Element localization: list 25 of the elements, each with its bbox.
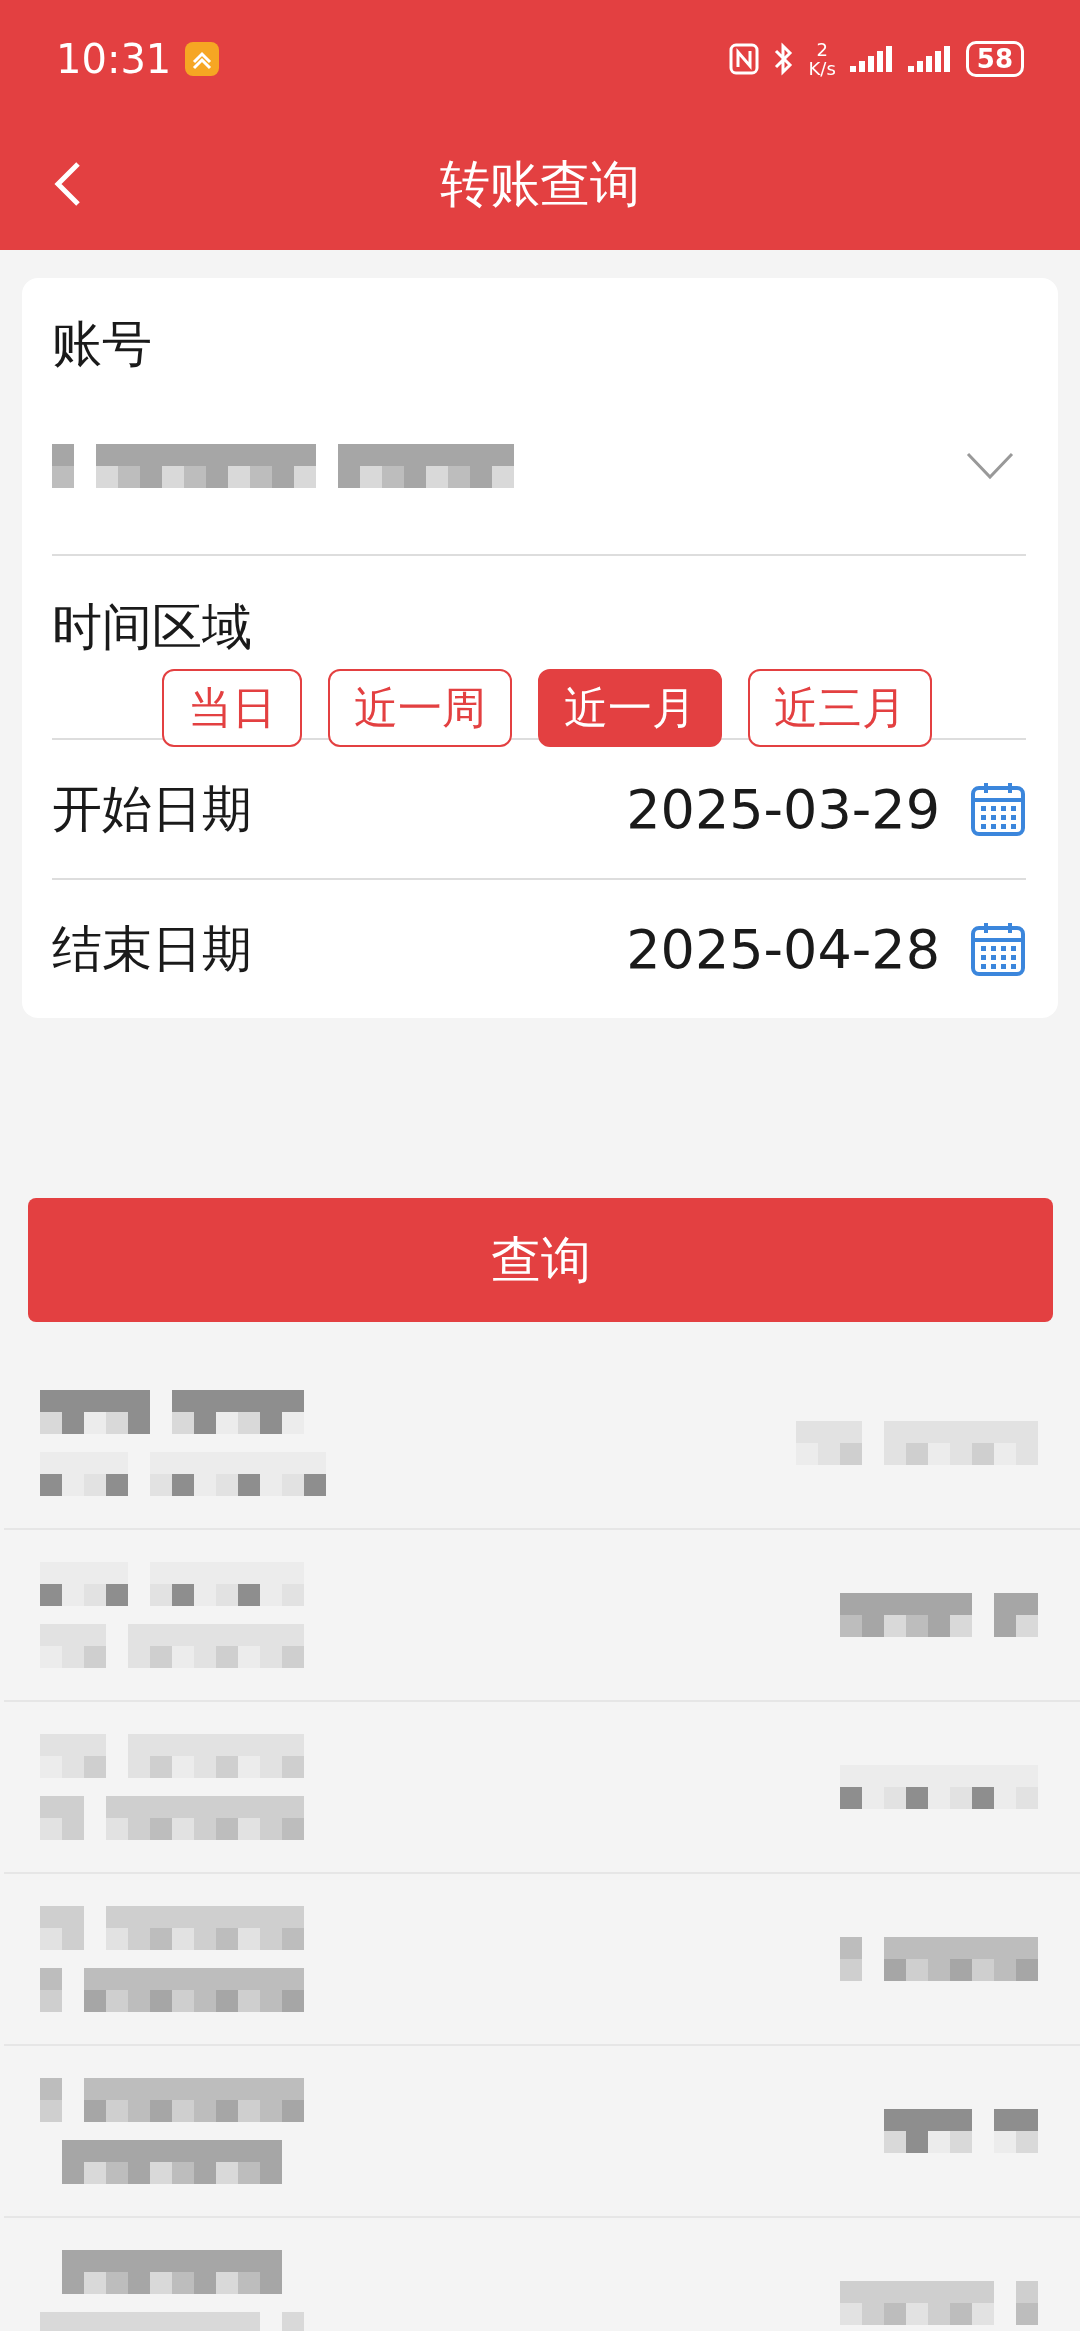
start-date-label: 开始日期 [52, 778, 252, 840]
page-title: 转账查询 [440, 153, 640, 215]
account-label: 账号 [52, 314, 152, 375]
end-date-label: 结束日期 [52, 918, 252, 980]
period-chip[interactable]: 近一月 [538, 669, 722, 747]
date-value[interactable]: 2025-04-28 [626, 917, 940, 981]
back-icon[interactable] [52, 160, 82, 208]
bluetooth-icon [772, 42, 795, 76]
app-icon [185, 42, 220, 76]
network-speed: 2 [816, 40, 828, 59]
chevron-down-icon [966, 452, 1014, 480]
signal-icon [849, 46, 894, 72]
period-chip[interactable]: 当日 [162, 669, 302, 747]
status-time: 10:31 [56, 36, 172, 82]
date-value[interactable]: 2025-03-29 [626, 777, 940, 841]
signal-icon [907, 46, 952, 72]
calendar-icon[interactable] [970, 781, 1026, 837]
speed-unit: K/s [808, 59, 836, 78]
calendar-icon[interactable] [970, 921, 1026, 977]
period-label: 时间区域 [52, 597, 253, 658]
period-chip[interactable]: 近三月 [748, 669, 932, 747]
period-chip[interactable]: 近一周 [328, 669, 512, 747]
query-button[interactable]: 查询 [28, 1198, 1053, 1322]
battery-level: 58 [965, 41, 1024, 77]
nfc-icon [728, 43, 759, 75]
